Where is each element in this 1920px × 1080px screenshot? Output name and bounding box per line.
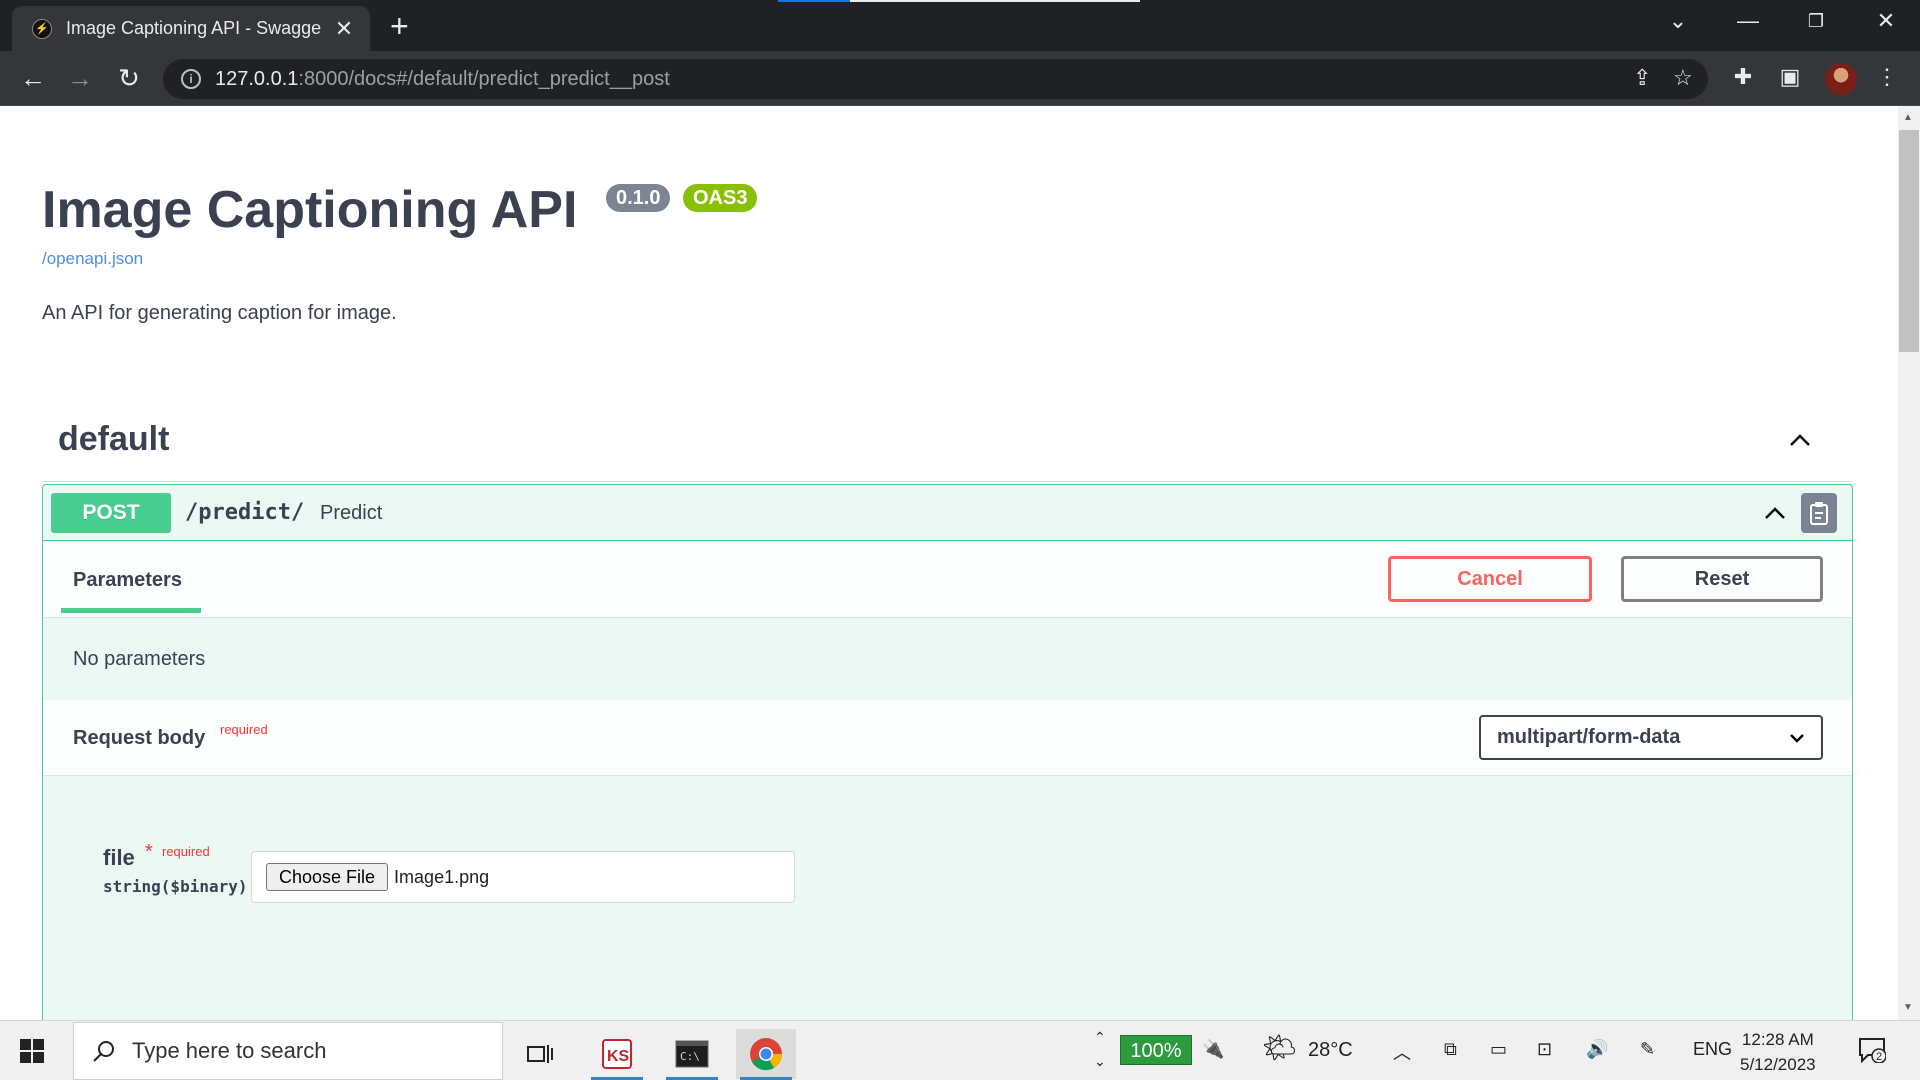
address-bar[interactable]: i 127.0.0.1:8000/docs#/default/predict_p… (163, 59, 1708, 99)
content-type-value: multipart/form-data (1497, 726, 1681, 748)
chrome-app-icon[interactable] (736, 1029, 796, 1080)
http-method-badge: POST (51, 493, 171, 533)
section-header-default[interactable]: default (42, 406, 1852, 482)
plug-icon: 🔌 (1202, 1039, 1225, 1059)
active-tab[interactable]: ⚡ Image Captioning API - Swagger UI ✕ (12, 6, 370, 51)
language-indicator[interactable]: ENG (1693, 1039, 1732, 1060)
back-icon[interactable]: ← (16, 63, 50, 93)
clock-time: 12:28 AM (1741, 1030, 1814, 1049)
cancel-button[interactable]: Cancel (1388, 556, 1592, 602)
content-type-select[interactable]: multipart/form-data (1479, 715, 1823, 760)
taskbar-search-box[interactable]: Type here to search (73, 1022, 503, 1080)
restore-icon[interactable]: ❐ (1796, 11, 1836, 32)
menu-kebab-icon[interactable]: ⋮ (1872, 64, 1902, 90)
task-view-icon[interactable] (510, 1029, 570, 1079)
loading-bar-progress (778, 0, 850, 2)
volume-icon[interactable]: 🔊 (1586, 1039, 1608, 1060)
forward-icon[interactable]: → (63, 63, 97, 93)
post-operation-block: POST /predict/ Predict Parameters Cancel… (42, 484, 1853, 1020)
param-type: string($binary) (103, 877, 248, 896)
request-body-required-label: required (220, 722, 268, 737)
scroll-up-arrow-icon[interactable]: ▲ (1903, 112, 1913, 123)
active-tab-underline (61, 608, 201, 613)
collapse-operation-chevron-up-icon[interactable] (1763, 501, 1787, 525)
scroll-down-arrow-icon[interactable]: ▼ (1903, 1002, 1913, 1013)
share-icon[interactable]: ⇪ (1633, 65, 1651, 91)
clock-date: 5/12/2023 (1740, 1055, 1816, 1074)
choose-file-button[interactable]: Choose File (266, 863, 389, 891)
notification-center-icon[interactable]: 2 (1858, 1037, 1886, 1063)
windows-start-icon[interactable] (20, 1039, 44, 1063)
minimize-icon[interactable]: — (1728, 8, 1768, 34)
pen-icon[interactable]: ✎ (1640, 1039, 1655, 1060)
param-required-label: required (162, 844, 210, 859)
temperature-text[interactable]: 28°C (1308, 1039, 1353, 1062)
close-tab-icon[interactable]: ✕ (332, 16, 356, 42)
scrollbar-thumb[interactable] (1899, 130, 1919, 352)
section-title: default (58, 420, 170, 458)
collapse-section-chevron-up-icon[interactable] (1788, 428, 1812, 452)
browser-toolbar: ← → ↻ i 127.0.0.1:8000/docs#/default/pre… (0, 51, 1920, 106)
tab-parameters[interactable]: Parameters (73, 569, 182, 592)
profile-avatar[interactable] (1825, 63, 1857, 95)
system-clock[interactable]: 12:28 AM 5/12/2023 (1740, 1027, 1816, 1077)
swagger-favicon-icon: ⚡ (32, 18, 52, 39)
version-badge: 0.1.0 (606, 184, 671, 212)
new-tab-icon[interactable]: + (390, 10, 409, 42)
svg-text:C:\: C:\ (680, 1050, 700, 1063)
code-editor-app-icon[interactable]: KS (587, 1029, 647, 1080)
oas-badge: OAS3 (683, 184, 758, 212)
network-icon[interactable]: ⊡ (1537, 1039, 1552, 1060)
notification-count: 2 (1876, 1051, 1882, 1063)
reset-button[interactable]: Reset (1621, 556, 1823, 602)
param-name: file (103, 845, 135, 870)
terminal-app-icon[interactable]: C:\ (662, 1029, 722, 1080)
request-body-header: Request body required multipart/form-dat… (43, 700, 1852, 776)
tray-scroll-arrows-icon[interactable]: ⌃ ⌄ (1094, 1025, 1106, 1073)
extensions-icon[interactable]: ✚ (1728, 64, 1758, 90)
weather-icon[interactable]: 🌤 (1262, 1031, 1298, 1064)
operation-summary-text: Predict (320, 502, 383, 524)
api-title: Image Captioning API (42, 181, 578, 239)
request-body-label: Request body (73, 727, 206, 749)
windows-taskbar: Type here to search KS C:\ ⌃ ⌄ 100% 🔌 🌤 2… (0, 1020, 1920, 1080)
search-icon (93, 1041, 114, 1062)
bookmark-star-icon[interactable]: ☆ (1673, 65, 1693, 91)
browser-tab-strip: ⚡ Image Captioning API - Swagger UI ✕ + … (0, 0, 1920, 51)
operation-summary[interactable]: POST /predict/ Predict (43, 485, 1852, 541)
url-text[interactable]: 127.0.0.1:8000/docs#/default/predict_pre… (215, 68, 670, 91)
search-placeholder: Type here to search (132, 1038, 327, 1063)
reload-icon[interactable]: ↻ (112, 63, 146, 93)
copy-to-clipboard-button[interactable] (1801, 493, 1837, 533)
site-info-icon[interactable]: i (181, 69, 201, 89)
clipboard-icon (1810, 502, 1828, 525)
svg-text:KS: KS (607, 1048, 630, 1065)
power-icon[interactable]: ▭ (1490, 1039, 1507, 1060)
tab-search-chevron-icon[interactable]: ⌄ (1658, 8, 1698, 34)
required-star: * (145, 841, 153, 863)
operation-path: /predict/ (185, 500, 305, 525)
tab-title: Image Captioning API - Swagger UI (66, 18, 322, 38)
file-input[interactable]: Choose File Image1.png (251, 851, 795, 903)
parameters-header: Parameters Cancel Reset (43, 542, 1852, 618)
swagger-page: Image Captioning API 0.1.0 OAS3 /openapi… (0, 106, 1898, 1020)
side-panel-icon[interactable]: ▣ (1775, 64, 1805, 90)
battery-indicator[interactable]: 100% (1120, 1035, 1192, 1065)
meet-now-icon[interactable]: ⧉ (1444, 1039, 1457, 1060)
show-hidden-icons-chevron-icon[interactable]: ︿ (1393, 1039, 1411, 1065)
openapi-json-link[interactable]: /openapi.json (42, 249, 143, 269)
close-window-icon[interactable]: ✕ (1866, 8, 1906, 34)
no-parameters-text: No parameters (73, 648, 206, 670)
api-description: An API for generating caption for image. (42, 302, 397, 324)
chevron-down-icon (1790, 733, 1804, 743)
selected-file-name: Image1.png (394, 866, 490, 887)
